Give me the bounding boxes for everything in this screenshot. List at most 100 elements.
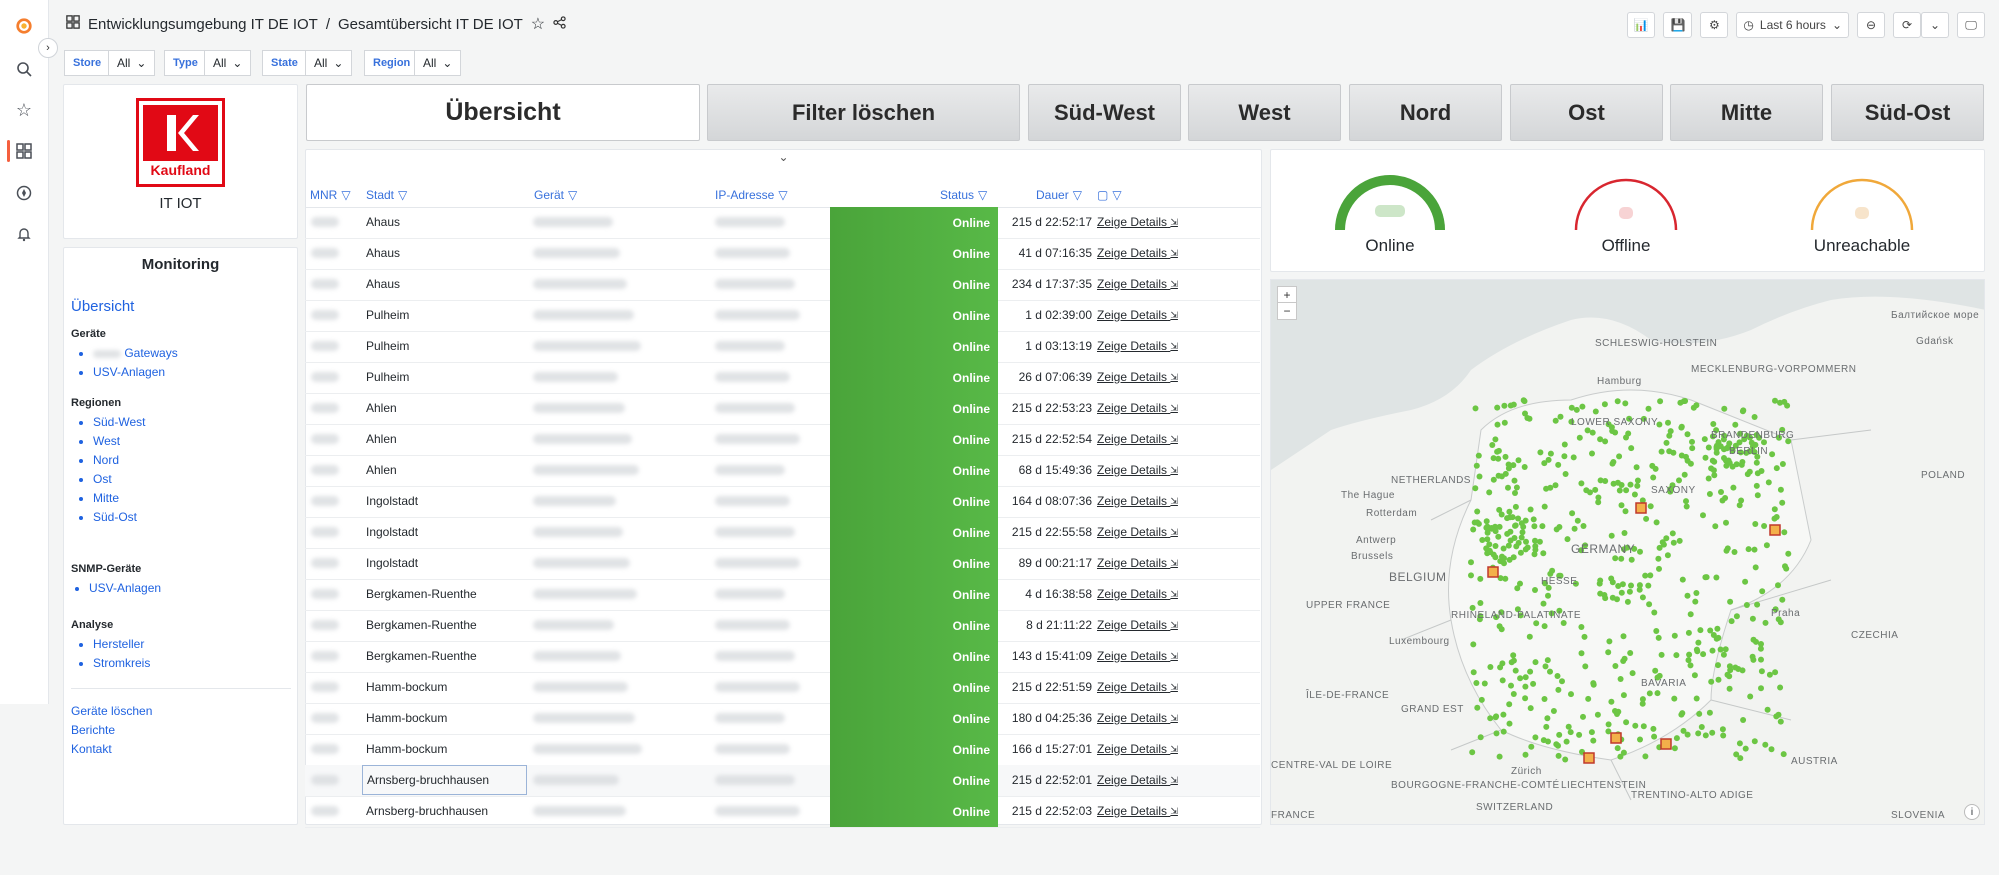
store-point[interactable]: [1489, 442, 1496, 448]
store-point[interactable]: [1527, 705, 1534, 712]
store-point[interactable]: [1710, 421, 1717, 427]
store-point[interactable]: [1589, 450, 1595, 457]
store-point[interactable]: [1777, 619, 1784, 626]
store-point[interactable]: [1653, 628, 1660, 634]
store-point[interactable]: [1709, 647, 1716, 654]
store-point[interactable]: [1589, 429, 1596, 436]
store-point[interactable]: [1646, 601, 1653, 608]
store-point[interactable]: [1512, 503, 1519, 510]
store-point[interactable]: [1655, 634, 1662, 641]
table-row[interactable]: Ahaus Online 41 d 07:16:35 Zeige Details ⇲: [305, 238, 1260, 270]
store-point[interactable]: [1506, 720, 1513, 727]
store-point[interactable]: [1706, 491, 1713, 497]
store-point[interactable]: [1647, 503, 1654, 510]
store-point[interactable]: [1502, 470, 1509, 477]
store-point[interactable]: [1685, 629, 1692, 636]
store-point[interactable]: [1552, 417, 1559, 424]
filter-icon[interactable]: ▽: [398, 188, 407, 202]
warning-marker[interactable]: [1583, 752, 1595, 764]
store-point[interactable]: [1602, 478, 1609, 484]
store-point[interactable]: [1761, 523, 1768, 529]
store-point[interactable]: [1608, 532, 1615, 539]
store-point[interactable]: [1779, 461, 1786, 467]
details-link[interactable]: Zeige Details ⇲: [1097, 734, 1178, 764]
store-point[interactable]: [1474, 519, 1481, 526]
store-point[interactable]: [1754, 492, 1761, 499]
store-point[interactable]: [1526, 633, 1533, 640]
store-point[interactable]: [1501, 555, 1507, 562]
store-point[interactable]: [1542, 663, 1549, 670]
store-point[interactable]: [1726, 663, 1733, 670]
store-point[interactable]: [1681, 471, 1688, 478]
store-point[interactable]: [1653, 519, 1660, 526]
store-point[interactable]: [1527, 668, 1534, 675]
store-point[interactable]: [1723, 519, 1729, 526]
details-link[interactable]: Zeige Details ⇲: [1097, 424, 1178, 454]
store-point[interactable]: [1692, 598, 1699, 605]
store-point[interactable]: [1773, 465, 1780, 472]
button-mitte[interactable]: Mitte: [1670, 84, 1823, 141]
store-point[interactable]: [1729, 463, 1736, 470]
store-point[interactable]: [1562, 471, 1569, 477]
store-point[interactable]: [1683, 498, 1689, 505]
store-point[interactable]: [1547, 450, 1554, 457]
store-point[interactable]: [1609, 594, 1616, 601]
details-link[interactable]: Zeige Details ⇲: [1097, 796, 1178, 826]
store-point[interactable]: [1697, 627, 1704, 634]
store-point[interactable]: [1578, 480, 1585, 487]
store-point[interactable]: [1616, 487, 1623, 494]
store-point[interactable]: [1517, 549, 1524, 556]
store-point[interactable]: [1634, 477, 1641, 484]
store-point[interactable]: [1561, 453, 1568, 460]
save-dashboard-button[interactable]: 💾: [1663, 12, 1693, 38]
table-row[interactable]: Pulheim Online 1 d 03:13:19 Zeige Details ⇲: [305, 331, 1260, 363]
store-point[interactable]: [1544, 715, 1551, 722]
store-point[interactable]: [1721, 405, 1728, 412]
store-point[interactable]: [1602, 438, 1609, 445]
store-point[interactable]: [1612, 663, 1619, 669]
store-point[interactable]: [1763, 542, 1770, 549]
store-point[interactable]: [1736, 740, 1743, 747]
store-point[interactable]: [1640, 723, 1647, 730]
dashboards-icon[interactable]: [12, 139, 36, 163]
store-point[interactable]: [1494, 404, 1501, 411]
store-point[interactable]: [1643, 515, 1650, 522]
store-point[interactable]: [1622, 400, 1629, 407]
button-uebersicht[interactable]: Übersicht: [306, 84, 700, 141]
store-point[interactable]: [1657, 398, 1664, 405]
analyse-link-hersteller[interactable]: Hersteller: [93, 635, 291, 654]
store-point[interactable]: [1605, 721, 1612, 728]
store-point[interactable]: [1715, 662, 1721, 669]
store-point[interactable]: [1751, 738, 1758, 745]
store-point[interactable]: [1510, 554, 1517, 561]
store-point[interactable]: [1616, 453, 1623, 460]
store-point[interactable]: [1620, 692, 1627, 699]
store-point[interactable]: [1785, 550, 1792, 557]
store-point[interactable]: [1745, 546, 1752, 553]
store-point[interactable]: [1658, 651, 1665, 658]
store-point[interactable]: [1569, 510, 1576, 517]
store-point[interactable]: [1628, 582, 1634, 589]
store-point[interactable]: [1579, 403, 1586, 410]
store-point[interactable]: [1679, 576, 1686, 583]
details-link[interactable]: Zeige Details ⇲: [1097, 269, 1178, 299]
geraete-link-usv[interactable]: USV-Anlagen: [93, 363, 291, 382]
store-point[interactable]: [1609, 460, 1616, 467]
store-point[interactable]: [1733, 751, 1740, 758]
details-link[interactable]: Zeige Details ⇲: [1097, 362, 1178, 392]
store-point[interactable]: [1772, 669, 1779, 676]
button-sued-west[interactable]: Süd-West: [1028, 84, 1181, 141]
store-point[interactable]: [1470, 669, 1477, 676]
store-point[interactable]: [1666, 432, 1673, 439]
table-row[interactable]: Pulheim Online 26 d 07:06:39 Zeige Details …: [305, 362, 1260, 394]
store-point[interactable]: [1559, 678, 1565, 685]
warning-marker[interactable]: [1660, 738, 1672, 750]
store-point[interactable]: [1775, 582, 1781, 589]
panel-collapse-chevron-icon[interactable]: ⌄: [306, 150, 1261, 174]
store-point[interactable]: [1779, 499, 1786, 506]
store-point[interactable]: [1567, 729, 1574, 736]
store-point[interactable]: [1717, 646, 1724, 653]
store-point[interactable]: [1712, 523, 1719, 530]
store-point[interactable]: [1582, 663, 1589, 670]
store-point[interactable]: [1477, 575, 1484, 582]
